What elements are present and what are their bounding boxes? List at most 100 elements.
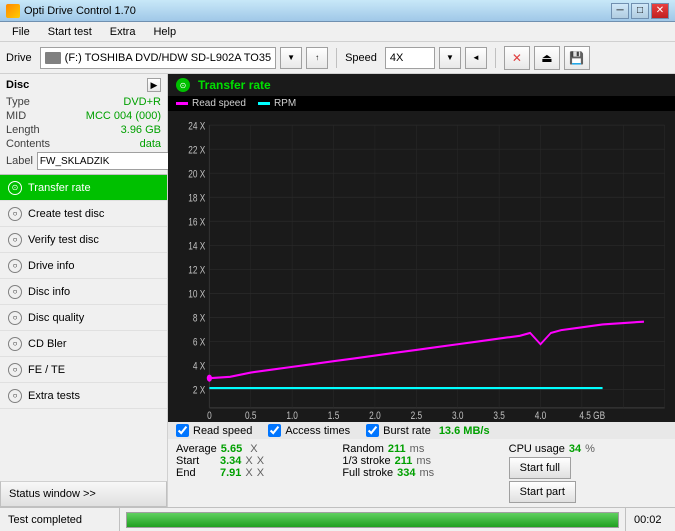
chart-legend: Read speed RPM [168,96,675,111]
drive-text: (F:) TOSHIBA DVD/HDW SD-L902A TO35 [65,52,271,64]
sidebar: Disc ▶ Type DVD+R MID MCC 004 (000) Leng… [0,74,168,507]
svg-text:4.0: 4.0 [535,410,547,422]
nav-label-disc-quality: Disc quality [28,312,84,324]
stat-cpu-key: CPU usage [509,443,565,455]
nav-extra-tests[interactable]: ○ Extra tests [0,383,167,409]
disc-label-row: Label ↻ [6,152,161,170]
control-burst-rate: Burst rate 13.6 MB/s [366,424,489,437]
checkbox-burst-rate[interactable] [366,424,379,437]
progress-percent: 100.0% [576,527,610,528]
stats-col2: Random 211 ms 1/3 stroke 211 ms Full str… [342,443,500,503]
burst-rate-value: 13.6 MB/s [439,425,490,437]
stat-buttons-row: Start full [509,457,667,479]
nav-icon-drive: ○ [8,259,22,273]
control-read-speed-label: Read speed [193,425,252,437]
start-full-btn[interactable]: Start full [509,457,571,479]
disc-length-key: Length [6,124,40,136]
stat-end-unit2: X [257,467,264,479]
disc-length-row: Length 3.96 GB [6,124,161,136]
stat-buttons-row2: Start part [509,481,667,503]
stat-stroke13-unit: ms [416,455,431,467]
drive-refresh-btn[interactable]: ↑ [306,47,328,69]
close-button[interactable]: ✕ [651,3,669,19]
svg-text:16 X: 16 X [188,216,205,229]
app-title: Opti Drive Control 1.70 [24,5,136,17]
disc-contents-key: Contents [6,138,50,150]
nav-fe-te[interactable]: ○ FE / TE [0,357,167,383]
menu-start-test[interactable]: Start test [40,24,100,40]
stat-end-row: End 7.91 X X [176,467,334,479]
toolbar-sep2 [495,48,496,68]
progress-bar: 100.0% [126,512,619,528]
menu-extra[interactable]: Extra [102,24,144,40]
status-window-btn[interactable]: Status window >> [0,481,167,507]
legend-label-rpm: RPM [274,98,296,109]
eject-btn[interactable]: ⏏ [534,46,560,70]
nav-label-cd-bler: CD Bler [28,338,67,350]
svg-text:12 X: 12 X [188,264,205,277]
svg-text:0: 0 [207,410,212,422]
stat-random-row: Random 211 ms [342,443,500,455]
stat-start-row: Start 3.34 X X [176,455,334,467]
menu-help[interactable]: Help [145,24,184,40]
legend-label-read: Read speed [192,98,246,109]
speed-prev-btn[interactable]: ◄ [465,47,487,69]
stat-random-unit: ms [410,443,425,455]
disc-label-input[interactable] [37,152,175,170]
nav-cd-bler[interactable]: ○ CD Bler [0,331,167,357]
svg-text:2.5: 2.5 [411,410,423,422]
chart-svg: 24 X 22 X 20 X 18 X 16 X 14 X 12 X 10 X … [168,111,675,422]
stat-average-unit2: X [250,443,257,455]
stat-end-val: 7.91 [220,467,241,479]
drive-dropdown-btn[interactable]: ▼ [280,47,302,69]
minimize-button[interactable]: ─ [611,3,629,19]
nav-disc-quality[interactable]: ○ Disc quality [0,305,167,331]
stat-stroke13-val: 211 [395,455,413,467]
disc-header: Disc ▶ [6,78,161,92]
save-btn[interactable]: 💾 [564,46,590,70]
disc-expand-btn[interactable]: ▶ [147,78,161,92]
nav-icon-disc-info: ○ [8,285,22,299]
stat-end-unit: X [245,467,252,479]
toolbar-sep1 [336,48,337,68]
nav-transfer-rate[interactable]: ⊙ Transfer rate [0,175,167,201]
nav-icon-cd-bler: ○ [8,337,22,351]
disc-panel: Disc ▶ Type DVD+R MID MCC 004 (000) Leng… [0,74,167,175]
stat-cpu-val: 34 [569,443,581,455]
start-part-btn[interactable]: Start part [509,481,576,503]
checkbox-read-speed[interactable] [176,424,189,437]
disc-type-row: Type DVD+R [6,96,161,108]
maximize-button[interactable]: □ [631,3,649,19]
menu-file[interactable]: File [4,24,38,40]
chart-controls: Read speed Access times Burst rate 13.6 … [168,422,675,439]
stat-cpu-row: CPU usage 34 % [509,443,667,455]
disc-type-key: Type [6,96,30,108]
svg-text:1.5: 1.5 [328,410,340,422]
stats-panel: Average 5.65 X Start 3.34 X X End 7.91 X… [168,439,675,507]
drive-icon [45,52,61,64]
disc-length-val: 3.96 GB [121,124,161,136]
control-read-speed: Read speed [176,424,252,437]
nav-drive-info[interactable]: ○ Drive info [0,253,167,279]
nav-label-drive: Drive info [28,260,74,272]
drive-select[interactable]: (F:) TOSHIBA DVD/HDW SD-L902A TO35 [40,47,276,69]
nav-create-test-disc[interactable]: ○ Create test disc [0,201,167,227]
stat-average-key: Average [176,443,217,455]
svg-text:3.0: 3.0 [452,410,464,422]
svg-text:18 X: 18 X [188,192,205,205]
svg-text:14 X: 14 X [188,240,205,253]
stat-fullstroke-val: 334 [397,467,415,479]
speed-label: Speed [345,52,377,64]
nav-disc-info[interactable]: ○ Disc info [0,279,167,305]
svg-text:20 X: 20 X [188,168,205,181]
erase-btn[interactable]: ✕ [504,46,530,70]
svg-text:1.0: 1.0 [286,410,298,422]
status-window-label: Status window >> [9,488,96,500]
stat-random-val: 211 [388,443,406,455]
checkbox-access-times[interactable] [268,424,281,437]
stat-start-key: Start [176,455,216,467]
speed-select[interactable]: 4X [385,47,435,69]
speed-dropdown-btn[interactable]: ▼ [439,47,461,69]
chart-title: Transfer rate [198,78,271,92]
nav-verify-test-disc[interactable]: ○ Verify test disc [0,227,167,253]
